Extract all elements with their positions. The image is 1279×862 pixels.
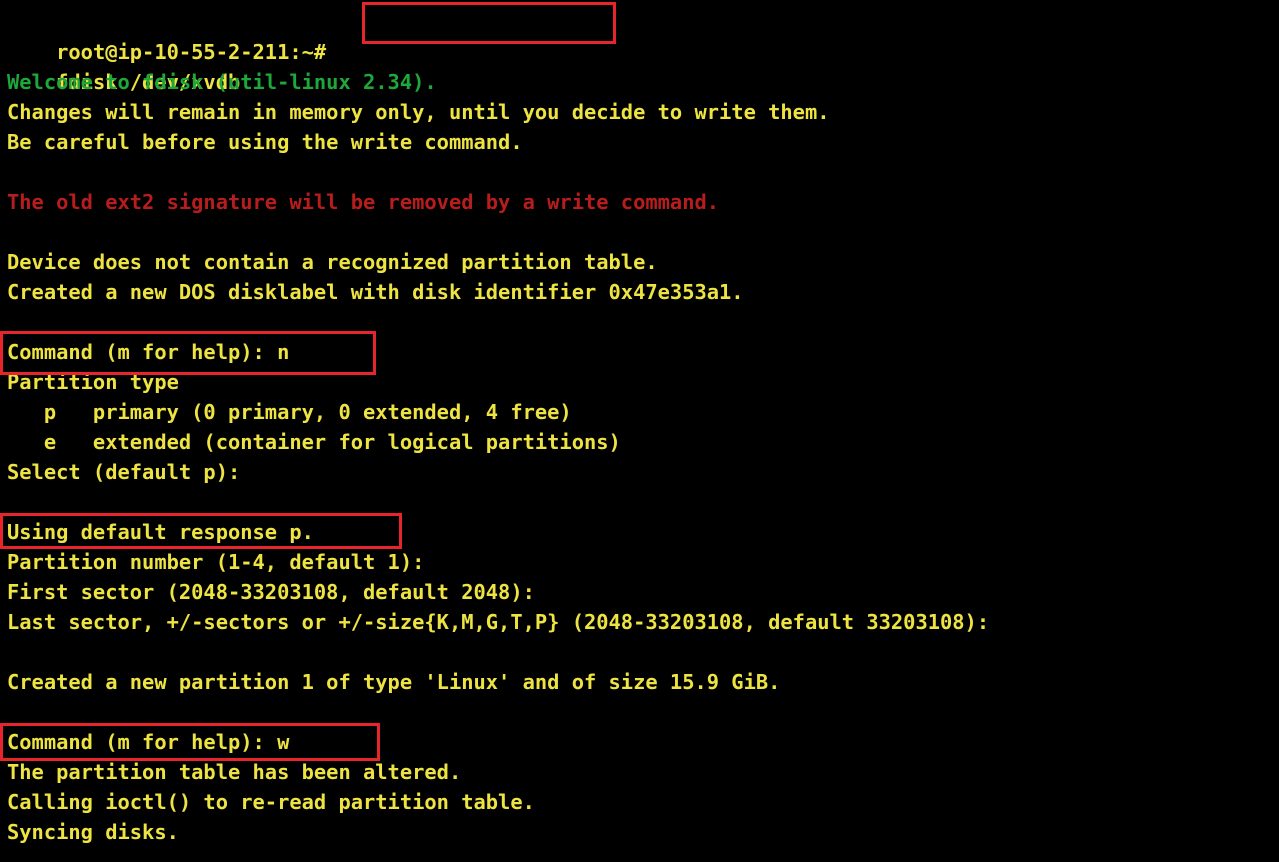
terminal-line: Changes will remain in memory only, unti… — [7, 100, 830, 124]
terminal-line: Select (default p): — [7, 460, 241, 484]
highlight-box-default-response — [0, 513, 402, 549]
terminal-line: Syncing disks. — [7, 820, 179, 844]
terminal-line: Last sector, +/-sectors or +/-size{K,M,G… — [7, 610, 990, 634]
terminal-window[interactable]: root@ip-10-55-2-211:~# fdisk /dev/xvdb W… — [0, 0, 1279, 862]
terminal-line: e extended (container for logical partit… — [7, 430, 621, 454]
terminal-line-welcome: Welcome to fdisk (util-linux 2.34). — [7, 70, 437, 94]
terminal-line: Partition number (1-4, default 1): — [7, 550, 425, 574]
terminal-line: Created a new DOS disklabel with disk id… — [7, 280, 744, 304]
terminal-line: Device does not contain a recognized par… — [7, 250, 658, 274]
highlight-box-command-n — [0, 331, 376, 375]
shell-prompt: root@ip-10-55-2-211:~# — [56, 40, 327, 64]
terminal-line: Be careful before using the write comman… — [7, 130, 523, 154]
terminal-line: Created a new partition 1 of type 'Linux… — [7, 670, 781, 694]
terminal-line: p primary (0 primary, 0 extended, 4 free… — [7, 400, 572, 424]
highlight-box-command-w — [0, 723, 380, 761]
terminal-line: The partition table has been altered. — [7, 760, 462, 784]
terminal-line: First sector (2048-33203108, default 204… — [7, 580, 535, 604]
terminal-line-prompt: root@ip-10-55-2-211:~# fdisk /dev/xvdb — [7, 7, 326, 94]
terminal-line-warning: The old ext2 signature will be removed b… — [7, 190, 720, 214]
highlight-box-fdisk-command — [362, 2, 616, 44]
terminal-line: Calling ioctl() to re-read partition tab… — [7, 790, 535, 814]
